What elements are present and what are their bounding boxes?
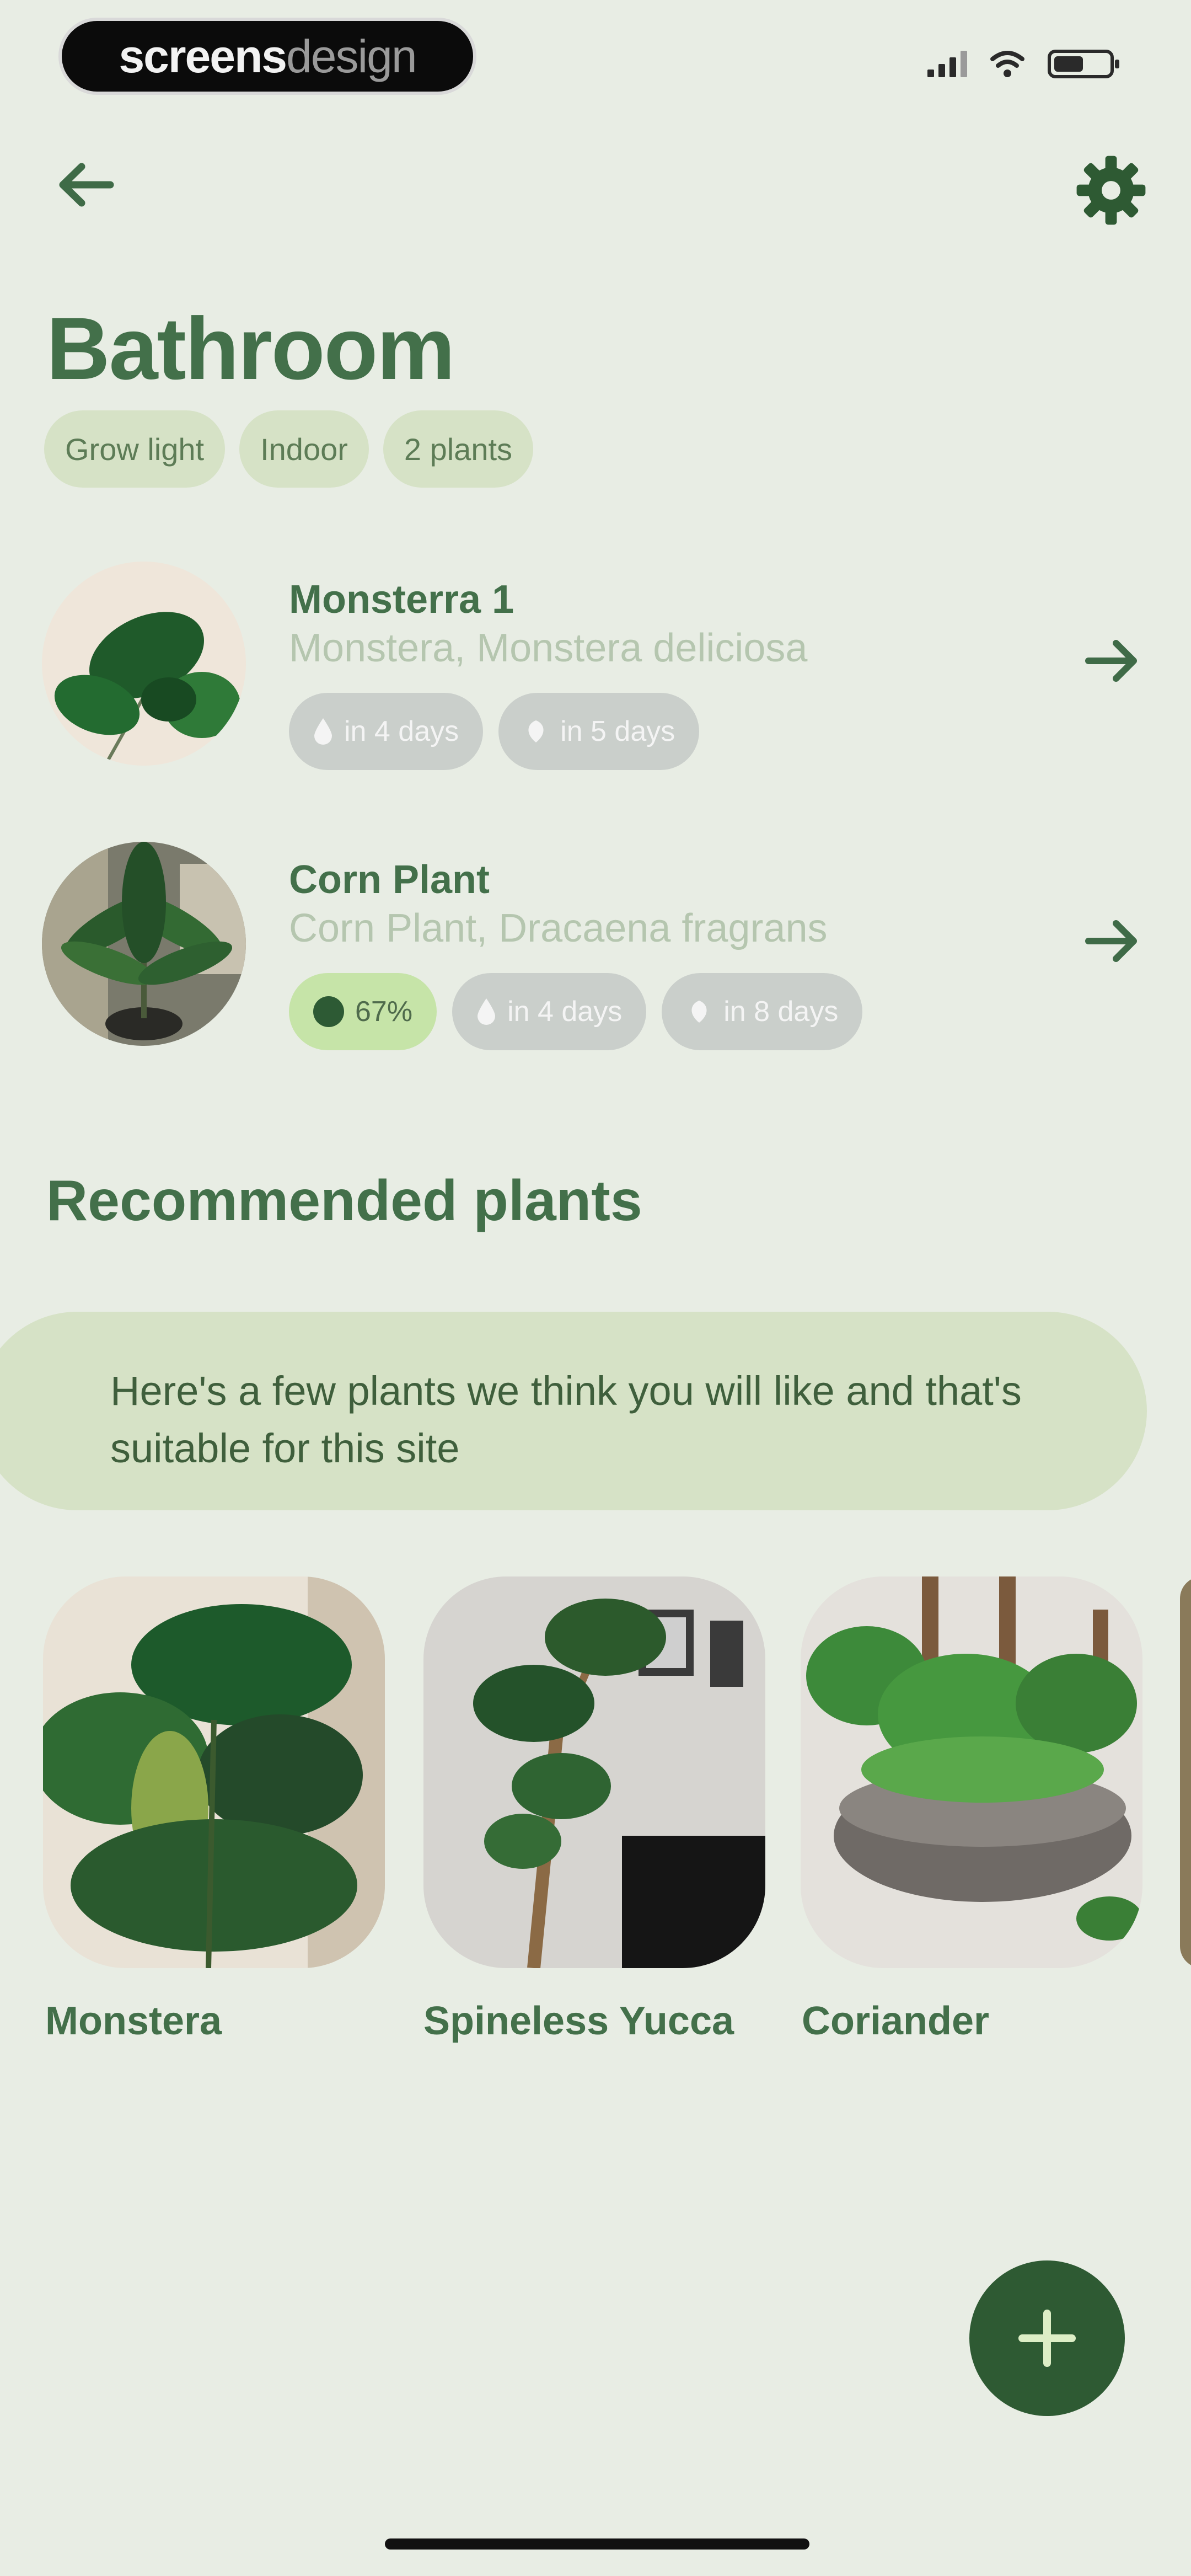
health-chip: 67%: [289, 973, 437, 1050]
plant-care-chips: in 4 days in 5 days: [289, 693, 700, 770]
recommended-plant-card-spineless-yucca[interactable]: [423, 1576, 765, 1968]
plant-row-corn-plant[interactable]: Corn Plant Corn Plant, Dracaena fragrans…: [0, 842, 1191, 1062]
signal-icon: [927, 51, 967, 77]
status-icons: [927, 50, 1119, 78]
section-title-recommended: Recommended plants: [46, 1169, 642, 1233]
watering-chip: in 4 days: [452, 973, 647, 1050]
brand-badge: screens design: [58, 18, 476, 95]
fertilizer-label: in 8 days: [723, 996, 839, 1028]
brand-secondary: design: [286, 30, 417, 82]
recommended-plant-card-partial[interactable]: [1180, 1576, 1191, 1968]
tag-grow-light: Grow light: [44, 410, 226, 488]
open-plant-button[interactable]: [1083, 913, 1144, 969]
plant-species: Corn Plant, Dracaena fragrans: [289, 906, 828, 950]
tag-indoor: Indoor: [239, 410, 369, 488]
fertilizer-icon: [528, 720, 544, 742]
settings-button[interactable]: [1075, 154, 1147, 226]
plant-thumbnail: [42, 842, 246, 1046]
recommendation-description: Here's a few plants we think you will li…: [110, 1368, 1022, 1471]
health-value: 67%: [355, 996, 413, 1028]
recommendation-info-card: Here's a few plants we think you will li…: [0, 1312, 1147, 1510]
plant-species: Monstera, Monstera deliciosa: [289, 626, 808, 670]
watering-chip: in 4 days: [289, 693, 484, 770]
gear-icon: [1076, 156, 1146, 225]
plant-row-monsterra[interactable]: Monsterra 1 Monstera, Monstera deliciosa…: [0, 562, 1191, 782]
arrow-right-icon: [1085, 640, 1137, 682]
wifi-icon: [990, 51, 1024, 77]
plant-name: Corn Plant: [289, 858, 490, 902]
plant-photo: [801, 1576, 1142, 1968]
arrow-left-icon: [59, 163, 114, 207]
back-button[interactable]: [55, 160, 116, 210]
fertilizer-chip: in 8 days: [662, 973, 863, 1050]
plant-name: Monsterra 1: [289, 578, 514, 622]
brand-primary: screens: [119, 30, 287, 82]
arrow-right-icon: [1085, 920, 1137, 962]
plant-care-chips: 67% in 4 days in 8 days: [289, 973, 863, 1050]
plant-thumbnail: [42, 562, 246, 766]
recommended-plant-card-monstera[interactable]: [43, 1576, 385, 1968]
water-drop-icon: [478, 998, 496, 1025]
tag-plant-count: 2 plants: [383, 410, 534, 488]
recommended-plant-card-coriander[interactable]: [801, 1576, 1142, 1968]
plant-photo: [423, 1576, 765, 1968]
fertilizer-label: in 5 days: [560, 715, 675, 747]
add-plant-button[interactable]: [969, 2260, 1125, 2416]
fertilizer-chip: in 5 days: [498, 693, 700, 770]
page-title: Bathroom: [46, 299, 455, 398]
watering-label: in 4 days: [507, 996, 623, 1028]
plus-icon: [1018, 2310, 1076, 2367]
recommended-plant-name: Monstera: [45, 1999, 222, 2043]
recommended-plant-name: Spineless Yucca: [423, 1999, 734, 2043]
health-indicator-icon: [313, 996, 344, 1027]
fertilizer-icon: [691, 1001, 707, 1023]
water-drop-icon: [314, 718, 332, 745]
open-plant-button[interactable]: [1083, 633, 1144, 688]
recommended-plant-name: Coriander: [802, 1999, 990, 2043]
watering-label: in 4 days: [344, 715, 459, 747]
plant-photo: [43, 1576, 385, 1968]
home-indicator[interactable]: [385, 2538, 809, 2550]
battery-icon: [1048, 50, 1119, 78]
room-tags: Grow light Indoor 2 plants: [44, 410, 534, 488]
